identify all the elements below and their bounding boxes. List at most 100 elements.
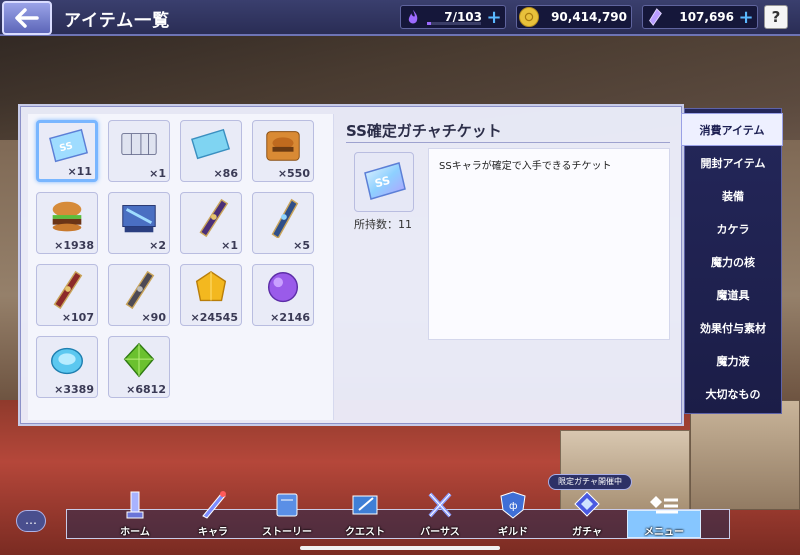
item-slot[interactable]: ×24545: [180, 264, 242, 326]
gem-crystal-icon: [645, 7, 665, 27]
item-slot[interactable]: ×90: [108, 264, 170, 326]
category-tab[interactable]: 魔道具: [685, 278, 781, 311]
item-slot[interactable]: ×1: [108, 120, 170, 182]
detail-title: SS確定ガチャチケット: [346, 122, 502, 140]
item-slot[interactable]: ×3389: [36, 336, 98, 398]
category-tab[interactable]: 魔力の核: [685, 245, 781, 278]
nav-book[interactable]: ストーリー: [252, 488, 322, 540]
ss-ticket-icon: SS: [49, 128, 89, 163]
owned-count: 所持数：11: [354, 218, 412, 231]
item-slot[interactable]: SS ×11: [36, 120, 98, 182]
nav-tower[interactable]: ホーム: [100, 488, 170, 540]
item-slot[interactable]: ×2146: [252, 264, 314, 326]
red-tube-icon: [53, 270, 83, 310]
chat-button[interactable]: …: [16, 510, 46, 532]
green-gem-icon: [123, 342, 155, 378]
item-slot[interactable]: ×1938: [36, 192, 98, 254]
nav-quest[interactable]: クエスト: [330, 488, 400, 540]
item-panel: SS ×11 ×1 ×86 ×550 ×1938 ×2 ×1 ×5 ×107 ×90 ×24545 ×2…: [18, 104, 684, 426]
nav-label: メニュー: [644, 527, 684, 538]
category-tab[interactable]: 開封アイテム: [685, 146, 781, 179]
category-tab[interactable]: 消費アイテム: [681, 113, 783, 146]
back-arrow-icon: [15, 8, 39, 28]
nav-label: キャラ: [198, 527, 228, 538]
item-count: ×1: [149, 167, 166, 180]
gold-coin-icon: [519, 7, 539, 27]
blue-ticket-icon: [191, 128, 231, 160]
shield-icon: ф: [495, 488, 531, 520]
item-description: SSキャラが確定で入手できるチケット: [428, 148, 670, 340]
stamina-counter: 7/103 +: [400, 5, 506, 29]
nav-shield[interactable]: ф ギルド: [478, 488, 548, 540]
menu-icon: [646, 488, 682, 520]
nav-label: クエスト: [345, 527, 385, 538]
item-count: ×3389: [54, 383, 94, 396]
nav-menu[interactable]: メニュー: [627, 488, 701, 540]
sword-icon: [195, 488, 231, 520]
category-tab[interactable]: 大切なもの: [685, 377, 781, 410]
stamina-add-button[interactable]: +: [486, 7, 502, 28]
item-slot[interactable]: ×6812: [108, 336, 170, 398]
item-count: ×1: [221, 239, 238, 252]
item-slot[interactable]: ×550: [252, 120, 314, 182]
quest-icon: [347, 488, 383, 520]
stamina-bar-fill: [427, 22, 431, 25]
nav-label: ガチャ: [572, 527, 602, 538]
burger-crate-icon: [266, 131, 300, 161]
gacha-icon: [569, 488, 605, 520]
nav-sword[interactable]: キャラ: [178, 488, 248, 540]
gem-counter: 107,696 +: [642, 5, 758, 29]
tower-icon: [117, 488, 153, 520]
category-menu: 消費アイテム 開封アイテム 装備 カケラ 魔力の核 魔道具 効果付与素材 魔力液 大切なもの: [681, 108, 783, 414]
item-count: ×86: [213, 167, 238, 180]
item-count: ×2: [149, 239, 166, 252]
blue-tube-icon: [271, 198, 299, 238]
background-crate: [690, 400, 800, 510]
item-count: ×2146: [270, 311, 310, 324]
category-tab[interactable]: 魔力液: [685, 344, 781, 377]
book-icon: [269, 488, 305, 520]
item-count: ×90: [141, 311, 166, 324]
nav-label: ストーリー: [262, 527, 312, 538]
category-tab[interactable]: 効果付与素材: [685, 311, 781, 344]
purple-scroll-icon: [199, 198, 229, 238]
stamina-bar: [427, 22, 481, 25]
home-indicator: [300, 546, 500, 550]
gem-add-button[interactable]: +: [738, 7, 754, 28]
purple-crystal-icon: [267, 272, 299, 303]
item-slot[interactable]: ×2: [108, 192, 170, 254]
gacha-event-badge: 限定ガチャ開催中: [548, 474, 632, 490]
detail-item-icon: SS: [354, 152, 414, 212]
item-count: ×550: [277, 167, 310, 180]
item-count: ×5: [293, 239, 310, 252]
item-slot[interactable]: ×5: [252, 192, 314, 254]
item-grid: SS ×11 ×1 ×86 ×550 ×1938 ×2 ×1 ×5 ×107 ×90 ×24545 ×2…: [28, 114, 334, 420]
nav-label: ギルド: [498, 527, 528, 538]
nav-label: ホーム: [120, 527, 150, 538]
item-slot[interactable]: ×1: [180, 192, 242, 254]
blue-machine-icon: [122, 205, 156, 233]
help-button[interactable]: ?: [764, 5, 788, 29]
category-tab[interactable]: 装備: [685, 179, 781, 212]
ss-ticket-icon: SS: [364, 162, 406, 200]
item-count: ×6812: [126, 383, 166, 396]
gem-value: 107,696: [679, 10, 734, 24]
svg-text:ф: ф: [509, 501, 518, 512]
nav-crossed-swords[interactable]: バーサス: [405, 488, 475, 540]
item-count: ×107: [61, 311, 94, 324]
item-slot[interactable]: ×107: [36, 264, 98, 326]
page-title: アイテム一覧: [64, 11, 171, 31]
ticket-bundle-icon: [121, 133, 157, 156]
gold-value: 90,414,790: [551, 10, 627, 24]
item-count: ×11: [67, 165, 92, 178]
category-tab[interactable]: カケラ: [685, 212, 781, 245]
back-button[interactable]: [2, 1, 52, 35]
detail-divider: [346, 142, 670, 143]
nav-gacha[interactable]: ガチャ: [552, 488, 622, 540]
top-bar: アイテム一覧 7/103 + 90,414,790 107,696 + ?: [0, 0, 800, 36]
stamina-flame-icon: [403, 7, 423, 27]
crossed-swords-icon: [422, 488, 458, 520]
burger-icon: [52, 201, 82, 232]
item-slot[interactable]: ×86: [180, 120, 242, 182]
item-count: ×1938: [54, 239, 94, 252]
